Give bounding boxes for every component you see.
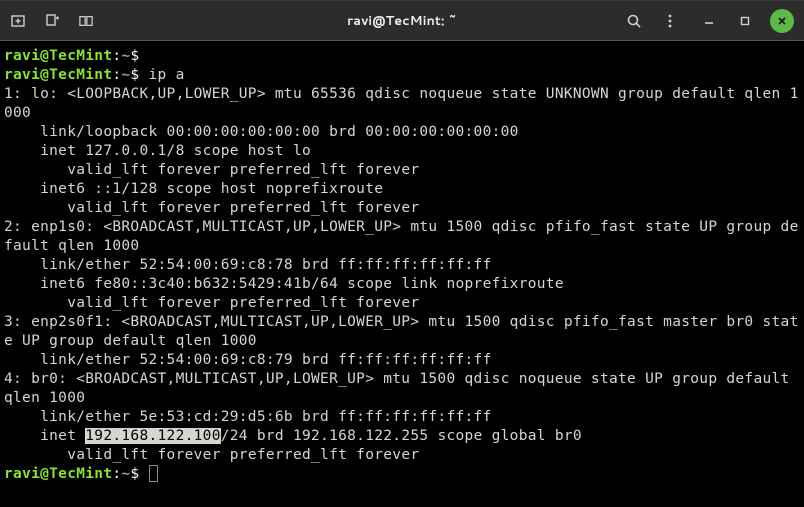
- output-line-post: /24 brd 192.168.122.255 scope global br0: [221, 428, 582, 444]
- output-line: 1: lo: <LOOPBACK,UP,LOWER_UP> mtu 65536 …: [4, 86, 799, 121]
- titlebar: ravi@TecMint: ~: [0, 0, 804, 40]
- output-line: inet6 fe80::3c40:b632:5429:41b/64 scope …: [4, 276, 564, 292]
- highlighted-ip: 192.168.122.100: [85, 428, 220, 444]
- titlebar-left-icons: [10, 13, 94, 29]
- split-icon[interactable]: [78, 13, 94, 29]
- command-text: ip a: [148, 67, 184, 83]
- menu-icon[interactable]: [662, 13, 678, 29]
- output-line: inet6 ::1/128 scope host noprefixroute: [4, 181, 383, 197]
- output-line-pre: inet: [4, 428, 85, 444]
- prompt-symbol: $: [130, 67, 139, 83]
- cursor: [149, 465, 158, 482]
- output-line: 3: enp2s0f1: <BROADCAST,MULTICAST,UP,LOW…: [4, 314, 799, 349]
- new-window-icon[interactable]: [44, 13, 60, 29]
- prompt-symbol: $: [130, 48, 139, 64]
- output-line: valid_lft forever preferred_lft forever: [4, 295, 419, 311]
- output-line: 4: br0: <BROADCAST,MULTICAST,UP,LOWER_UP…: [4, 371, 799, 406]
- window-controls: [698, 9, 794, 33]
- output-line: inet 127.0.0.1/8 scope host lo: [4, 143, 311, 159]
- output-line: link/ether 52:54:00:69:c8:78 brd ff:ff:f…: [4, 257, 492, 273]
- prompt-userhost: ravi@TecMint: [4, 67, 112, 83]
- output-line: link/loopback 00:00:00:00:00:00 brd 00:0…: [4, 124, 519, 140]
- prompt-symbol: $: [130, 466, 139, 482]
- output-line: link/ether 52:54:00:69:c8:79 brd ff:ff:f…: [4, 352, 492, 368]
- prompt-userhost: ravi@TecMint: [4, 466, 112, 482]
- window-title: ravi@TecMint: ~: [347, 12, 457, 30]
- prompt-userhost: ravi@TecMint: [4, 48, 112, 64]
- terminal-body[interactable]: ravi@TecMint:~$ ravi@TecMint:~$ ip a 1: …: [0, 40, 804, 507]
- minimize-button[interactable]: [698, 10, 720, 32]
- output-line: link/ether 5e:53:cd:29:d5:6b brd ff:ff:f…: [4, 409, 492, 425]
- output-line: valid_lft forever preferred_lft forever: [4, 200, 419, 216]
- output-line: valid_lft forever preferred_lft forever: [4, 162, 419, 178]
- titlebar-right: [626, 9, 794, 33]
- search-icon[interactable]: [626, 13, 642, 29]
- close-button[interactable]: [770, 9, 794, 33]
- output-line: 2: enp1s0: <BROADCAST,MULTICAST,UP,LOWER…: [4, 219, 799, 254]
- new-tab-icon[interactable]: [10, 13, 26, 29]
- output-line: valid_lft forever preferred_lft forever: [4, 447, 419, 463]
- maximize-button[interactable]: [734, 10, 756, 32]
